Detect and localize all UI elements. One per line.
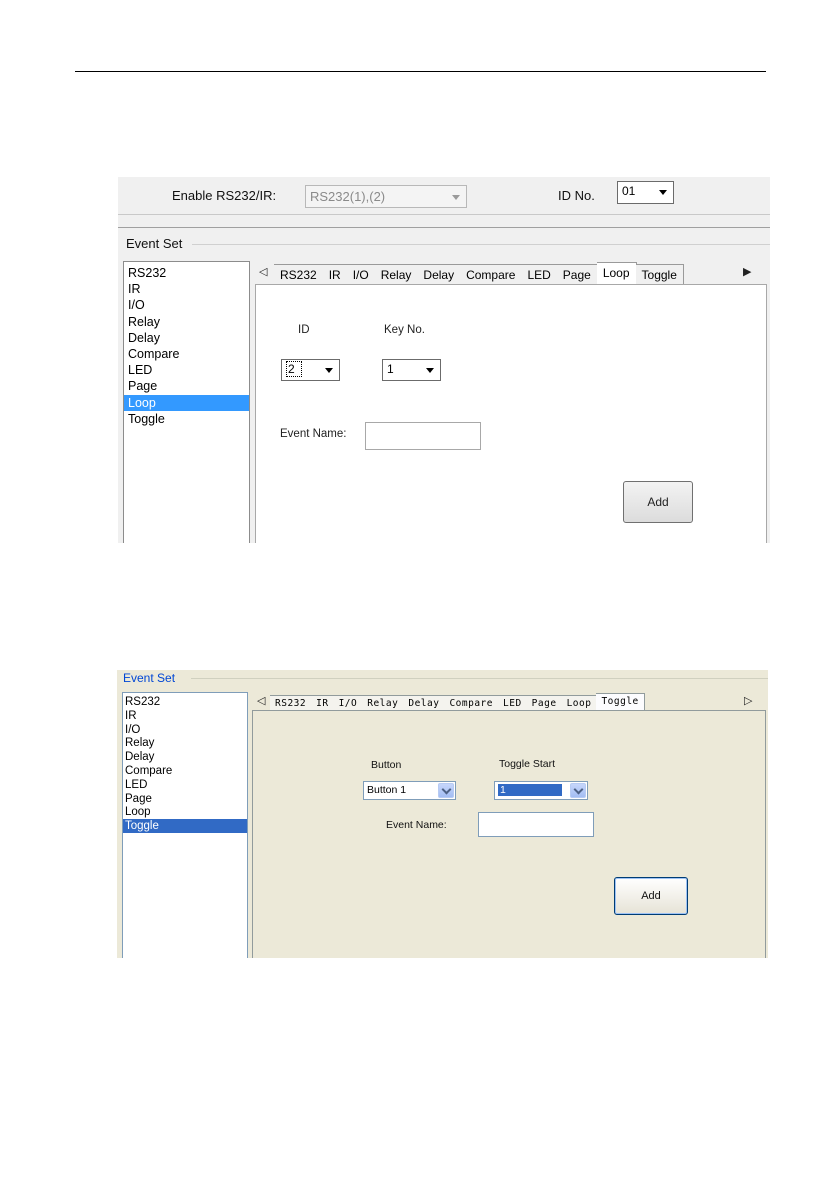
page-header-rule xyxy=(75,71,766,72)
tab-scroll-left-icon[interactable]: ◁ xyxy=(259,265,267,278)
toggle-start-select[interactable]: 1 xyxy=(494,781,588,800)
id-select[interactable]: 2 xyxy=(281,359,340,381)
tab-i-o[interactable]: I/O xyxy=(346,264,376,285)
add-button[interactable]: Add xyxy=(623,481,693,523)
list-item[interactable]: IR xyxy=(124,281,249,297)
list-item[interactable]: Relay xyxy=(124,314,249,330)
dropdown-arrow-icon xyxy=(452,195,460,200)
event-set-title: Event Set xyxy=(126,236,187,251)
enable-rs232-ir-select: RS232(1),(2) xyxy=(305,185,467,208)
list-item[interactable]: Relay xyxy=(123,736,247,750)
dropdown-button[interactable] xyxy=(570,783,586,798)
list-item[interactable]: LED xyxy=(124,362,249,378)
tab-toggle[interactable]: Toggle xyxy=(635,264,684,285)
event-name-input[interactable] xyxy=(478,812,594,837)
tab-scroll-right-icon[interactable]: ▶ xyxy=(743,265,751,278)
event-tab-strip: ◁ RS232 IR I/O Relay Delay Compare LED Page Loop… xyxy=(252,692,768,712)
tab-loop[interactable]: Loop xyxy=(596,262,637,286)
tab-compare[interactable]: Compare xyxy=(460,264,523,285)
key-no-label: Key No. xyxy=(384,324,425,336)
id-label: ID xyxy=(298,324,310,336)
tab-scroll-left-icon[interactable]: ◁ xyxy=(257,694,265,707)
id-no-value: 01 xyxy=(622,184,636,198)
enable-rs232-ir-value: RS232(1),(2) xyxy=(310,189,386,204)
tab-ir[interactable]: IR xyxy=(322,264,348,285)
button-select[interactable]: Button 1 xyxy=(363,781,456,800)
event-name-input[interactable] xyxy=(365,422,481,450)
key-no-value: 1 xyxy=(387,362,394,376)
list-item[interactable]: Toggle xyxy=(123,819,247,833)
divider xyxy=(118,227,770,228)
event-set-title: Event Set xyxy=(123,671,180,685)
list-item[interactable]: Delay xyxy=(123,750,247,764)
list-item[interactable]: I/O xyxy=(124,297,249,313)
toggle-event-screenshot: Event Set RS232 IR I/O Relay Delay Compare LED… xyxy=(117,670,768,958)
list-item[interactable]: Compare xyxy=(124,346,249,362)
tab-scroll-right-icon[interactable]: ▷ xyxy=(744,694,752,707)
dropdown-arrow-icon[interactable] xyxy=(325,368,333,373)
toggle-start-value: 1 xyxy=(498,784,562,796)
event-tab-strip: ◁ RS232 IR I/O Relay Delay Compare LED Page Loop… xyxy=(254,261,770,286)
list-item[interactable]: LED xyxy=(123,778,247,792)
list-item[interactable]: Toggle xyxy=(124,411,249,427)
event-name-label: Event Name: xyxy=(386,819,447,831)
list-item[interactable]: RS232 xyxy=(123,695,247,709)
tab-page[interactable]: Page xyxy=(556,264,598,285)
button-label: Button xyxy=(371,759,402,771)
event-type-list[interactable]: RS232 IR I/O Relay Delay Compare LED Page Loop To… xyxy=(122,692,248,958)
tab-led[interactable]: LED xyxy=(521,264,558,285)
dropdown-arrow-icon[interactable] xyxy=(659,190,667,195)
toggle-start-label: Toggle Start xyxy=(499,758,556,770)
group-border xyxy=(191,678,768,679)
event-name-label: Event Name: xyxy=(280,428,347,440)
list-item[interactable]: Delay xyxy=(124,330,249,346)
group-border xyxy=(192,244,770,245)
button-value: Button 1 xyxy=(367,784,407,796)
list-item[interactable]: IR xyxy=(123,709,247,723)
tab-relay[interactable]: Relay xyxy=(374,264,419,285)
id-no-select[interactable]: 01 xyxy=(617,181,674,204)
enable-rs232-ir-label: Enable RS232/IR: xyxy=(172,188,277,203)
dropdown-arrow-icon[interactable] xyxy=(426,368,434,373)
toggle-tab-panel: Button Toggle Start Button 1 1 Event Nam… xyxy=(252,710,766,958)
list-item[interactable]: Page xyxy=(124,378,249,394)
chevron-down-icon xyxy=(441,784,452,795)
tab-rs232[interactable]: RS232 xyxy=(274,264,324,285)
event-tabs: RS232 IR I/O Relay Delay Compare LED Page Loop To… xyxy=(274,261,684,286)
divider xyxy=(118,214,770,215)
event-tabs: RS232 IR I/O Relay Delay Compare LED Page Loop To… xyxy=(270,692,645,712)
list-item[interactable]: RS232 xyxy=(124,265,249,281)
list-item[interactable]: I/O xyxy=(123,723,247,737)
event-type-list[interactable]: RS232 IR I/O Relay Delay Compare LED Page Loop To… xyxy=(123,261,250,543)
loop-event-screenshot: Enable RS232/IR: RS232(1),(2) ID No. 01 … xyxy=(118,177,770,543)
key-no-select[interactable]: 1 xyxy=(382,359,441,381)
id-no-label: ID No. xyxy=(558,188,595,203)
add-button[interactable]: Add xyxy=(614,877,688,915)
dropdown-button[interactable] xyxy=(438,783,454,798)
chevron-down-icon xyxy=(573,784,584,795)
id-value: 2 xyxy=(286,361,302,377)
list-item[interactable]: Loop xyxy=(124,394,249,411)
list-item[interactable]: Page xyxy=(123,792,247,806)
tab-delay[interactable]: Delay xyxy=(417,264,462,285)
list-item[interactable]: Compare xyxy=(123,764,247,778)
list-item[interactable]: Loop xyxy=(123,805,247,819)
